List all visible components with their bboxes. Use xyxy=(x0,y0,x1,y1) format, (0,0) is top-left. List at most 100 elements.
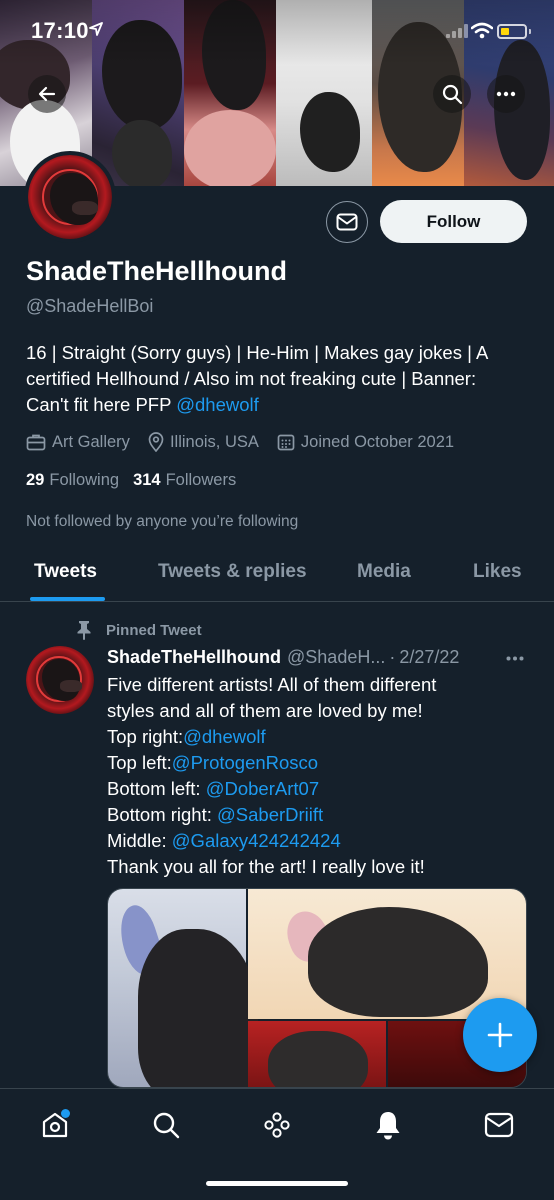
nav-spaces[interactable] xyxy=(259,1107,295,1143)
message-button[interactable] xyxy=(326,201,368,243)
tweet-date[interactable]: 2/27/22 xyxy=(399,647,459,668)
media-image-bottom-middle[interactable] xyxy=(248,1021,386,1087)
status-time: 17:10 xyxy=(31,18,89,43)
profile-tabs: Tweets Tweets & replies Media Likes xyxy=(0,548,554,602)
bio-line: Can't fit here PFP @dhewolf xyxy=(26,392,531,418)
tweet-line: Top left:@ProtogenRosco xyxy=(107,750,527,776)
nav-notifications[interactable] xyxy=(370,1107,406,1143)
briefcase-icon xyxy=(26,434,46,451)
avatar-image xyxy=(28,155,112,239)
tweet-line-text: Middle: xyxy=(107,830,172,851)
follow-counts: 29 Following 314 Followers xyxy=(26,471,250,490)
battery-icon xyxy=(497,24,527,39)
tweet-line: Middle: @Galaxy424242424 xyxy=(107,828,527,854)
profile-handle: @ShadeHellBoi xyxy=(26,296,154,316)
more-button[interactable] xyxy=(487,75,525,113)
location-label: Illinois, USA xyxy=(169,432,259,451)
tab-media[interactable]: Media xyxy=(357,561,411,583)
tab-tweets[interactable]: Tweets xyxy=(34,561,97,583)
tweet-mention-link[interactable]: @dhewolf xyxy=(183,726,266,747)
profile-avatar[interactable] xyxy=(24,151,116,243)
tweet-line: Top right:@dhewolf xyxy=(107,724,527,750)
tweet-line-text: Bottom right: xyxy=(107,804,218,825)
joined-label: Joined October 2021 xyxy=(300,432,455,451)
pinned-tweet-label: Pinned Tweet xyxy=(76,620,202,640)
location-arrow-icon xyxy=(89,22,103,36)
bio-line: 16 | Straight (Sorry guys) | He-Him | Ma… xyxy=(26,342,489,363)
avatar-wolf-snout xyxy=(72,201,98,215)
more-horizontal-icon xyxy=(496,91,516,97)
wifi-icon xyxy=(471,22,493,39)
tweet-more-icon[interactable] xyxy=(506,656,524,661)
tweet-line-text: Top left: xyxy=(107,752,172,773)
bio-line: certified Hellhound / Also im not freaki… xyxy=(26,368,477,389)
tweet-author-avatar[interactable] xyxy=(26,646,94,714)
back-button[interactable] xyxy=(28,75,66,113)
followers-link[interactable]: 314 Followers xyxy=(133,471,236,490)
compose-tweet-button[interactable] xyxy=(463,998,537,1072)
profile-category: Art Gallery xyxy=(26,433,130,452)
bio-text: Can't fit here PFP xyxy=(26,394,177,415)
home-indicator xyxy=(206,1181,348,1186)
tweet-line: Thank you all for the art! I really love… xyxy=(107,854,527,880)
profile-location: Illinois, USA xyxy=(148,432,259,452)
tweet-mention-link[interactable]: @SaberDriift xyxy=(217,804,323,825)
active-tab-indicator xyxy=(30,597,105,601)
tweet-line: Five different artists! All of them diff… xyxy=(107,672,527,698)
plus-icon xyxy=(487,1022,513,1048)
search-button[interactable] xyxy=(433,75,471,113)
pin-icon xyxy=(77,621,91,640)
arrow-left-icon xyxy=(38,86,56,102)
tweet-line: styles and all of them are loved by me! xyxy=(107,698,527,724)
tweet-line-text: Thank you all for the art! I really love… xyxy=(107,856,425,877)
category-label: Art Gallery xyxy=(52,432,130,451)
tweet-mention-link[interactable]: @DoberArt07 xyxy=(206,778,319,799)
tweet-line-text: Bottom left: xyxy=(107,778,206,799)
tweet-line-text: Top right: xyxy=(107,726,184,747)
location-pin-icon xyxy=(148,432,164,452)
mail-icon xyxy=(336,213,358,231)
separator-dot: · xyxy=(389,647,396,667)
tweet-body: Five different artists! All of them diff… xyxy=(107,672,527,880)
followers-count: 314 xyxy=(133,471,161,489)
following-link[interactable]: 29 Following xyxy=(26,471,119,490)
tab-likes[interactable]: Likes xyxy=(473,561,522,583)
tweet-author-name[interactable]: ShadeTheHellhound xyxy=(107,647,281,668)
cellular-signal-icon xyxy=(446,24,468,38)
profile-joined: Joined October 2021 xyxy=(277,433,454,452)
media-image-top-right[interactable] xyxy=(248,889,526,1019)
followers-label: Followers xyxy=(165,471,237,489)
art-wolf xyxy=(138,929,258,1087)
search-icon xyxy=(442,84,463,105)
bio-mention-link[interactable]: @dhewolf xyxy=(176,394,259,415)
tweet-mention-link[interactable]: @Galaxy424242424 xyxy=(172,830,341,851)
following-label: Following xyxy=(49,471,120,489)
battery-level xyxy=(501,28,509,35)
tab-tweets-replies[interactable]: Tweets & replies xyxy=(158,561,307,583)
nav-home[interactable] xyxy=(37,1107,73,1143)
battery-nub xyxy=(529,29,531,34)
status-bar: 17:10 xyxy=(0,0,554,64)
tweet-media-grid[interactable] xyxy=(107,888,527,1088)
following-count: 29 xyxy=(26,471,45,489)
pinned-text: Pinned Tweet xyxy=(106,621,202,639)
profile-meta: Art Gallery Illinois, USA Joined October… xyxy=(26,432,472,452)
tweet-header: ShadeTheHellhound @ShadeH... · 2/27/22 xyxy=(107,647,459,668)
media-image-left[interactable] xyxy=(108,889,258,1087)
calendar-icon xyxy=(277,434,295,451)
home-notification-dot xyxy=(61,1109,70,1118)
art-wolf xyxy=(308,907,488,1017)
notifications-icon xyxy=(376,1112,400,1140)
profile-display-name: ShadeTheHellhound xyxy=(26,256,288,286)
tweet-author-handle[interactable]: @ShadeH... xyxy=(287,647,385,668)
nav-messages[interactable] xyxy=(481,1107,517,1143)
tweet-line-text: Five different artists! All of them diff… xyxy=(107,674,437,695)
tweet-line-text: styles and all of them are loved by me! xyxy=(107,700,423,721)
follow-button[interactable]: Follow xyxy=(380,200,527,243)
tweet-mention-link[interactable]: @ProtogenRosco xyxy=(172,752,318,773)
nav-search[interactable] xyxy=(148,1107,184,1143)
tweet-line: Bottom right: @SaberDriift xyxy=(107,802,527,828)
search-icon xyxy=(153,1112,180,1139)
not-followed-notice: Not followed by anyone you’re following xyxy=(26,513,299,530)
avatar-wolf-snout xyxy=(60,680,82,692)
